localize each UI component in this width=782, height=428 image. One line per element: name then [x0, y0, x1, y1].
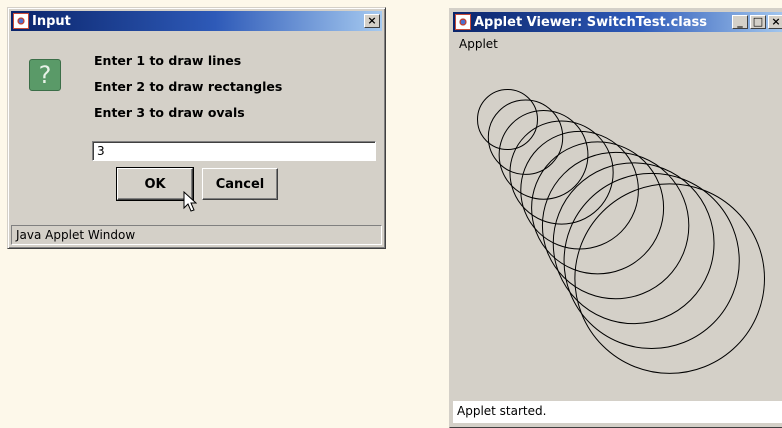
- applet-status-bar: Applet started.: [453, 401, 782, 423]
- menu-applet[interactable]: Applet: [459, 37, 498, 51]
- oval-10: [574, 183, 765, 374]
- oval-1: [477, 89, 538, 150]
- oval-9: [563, 172, 740, 350]
- dialog-titlebar[interactable]: Input ×: [11, 11, 382, 31]
- oval-5: [520, 130, 639, 250]
- viewer-close-button[interactable]: ×: [768, 15, 782, 29]
- prompt-line-3: Enter 3 to draw ovals: [94, 105, 245, 120]
- question-icon: ?: [29, 59, 61, 91]
- applet-viewer-window: Applet Viewer: SwitchTest.class _ □ × Ap…: [449, 8, 782, 428]
- ok-button[interactable]: OK: [116, 167, 194, 201]
- minimize-button[interactable]: _: [732, 15, 748, 29]
- input-dialog: Input × ? Enter 1 to draw lines Enter 2 …: [7, 7, 386, 249]
- viewer-titlebar[interactable]: Applet Viewer: SwitchTest.class _ □ ×: [453, 12, 782, 32]
- ovals-drawing: [477, 89, 765, 374]
- menu-bar: Applet: [453, 33, 782, 55]
- input-field[interactable]: 3: [92, 141, 376, 161]
- dialog-status-bar: Java Applet Window: [11, 225, 382, 245]
- mouse-pointer-icon: [183, 191, 197, 212]
- cancel-button[interactable]: Cancel: [202, 168, 278, 200]
- dialog-title: Input: [32, 13, 71, 29]
- applet-canvas: [453, 58, 782, 398]
- java-app-icon: [455, 14, 471, 30]
- viewer-title: Applet Viewer: SwitchTest.class: [474, 14, 708, 30]
- maximize-button[interactable]: □: [750, 15, 766, 29]
- java-app-icon: [13, 13, 29, 29]
- oval-6: [531, 141, 665, 275]
- prompt-line-2: Enter 2 to draw rectangles: [94, 79, 283, 94]
- prompt-line-1: Enter 1 to draw lines: [94, 53, 242, 68]
- dialog-close-button[interactable]: ×: [364, 14, 380, 28]
